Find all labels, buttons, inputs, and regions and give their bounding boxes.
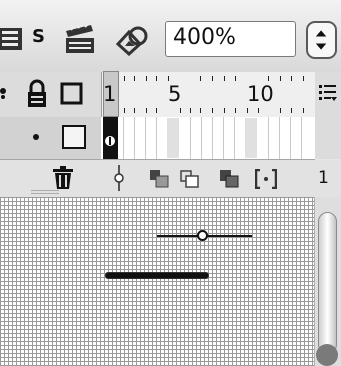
stage[interactable]	[0, 197, 314, 366]
layer-row[interactable]	[0, 117, 101, 160]
scene-label[interactable]: S	[32, 26, 45, 47]
trash-icon[interactable]	[52, 165, 74, 191]
onion-skin-icon[interactable]	[150, 170, 170, 188]
visibility-dot[interactable]	[33, 134, 39, 140]
layer-outline-toggle[interactable]	[62, 125, 86, 149]
zoom-icon[interactable]	[115, 24, 151, 56]
scroll-down-button[interactable]	[316, 344, 338, 366]
edit-scene-icon[interactable]	[0, 22, 26, 56]
timeline-menu[interactable]	[315, 72, 341, 117]
edit-bar: S 400%	[0, 0, 341, 73]
layer-frames[interactable]	[101, 117, 315, 160]
edit-multiple-frames-icon[interactable]	[220, 170, 240, 188]
edit-symbol-icon[interactable]	[63, 22, 97, 56]
ruler-mark-1: 1	[103, 82, 117, 106]
frame-ruler[interactable]: 5 10	[101, 72, 316, 117]
scroll-thumb[interactable]	[318, 212, 337, 354]
current-frame[interactable]	[103, 117, 118, 159]
menu-icon[interactable]	[319, 83, 339, 103]
onion-skin-outline-icon[interactable]	[180, 170, 200, 188]
zoom-stepper[interactable]	[306, 21, 337, 59]
current-frame-number: 1	[318, 168, 329, 188]
registration-point[interactable]	[197, 230, 208, 241]
playhead[interactable]: 1	[103, 71, 119, 117]
show-hide-all-icon[interactable]	[0, 82, 10, 106]
lock-icon[interactable]	[25, 79, 49, 109]
outline-icon[interactable]	[60, 82, 84, 106]
ruler-mark-10: 10	[247, 82, 274, 106]
ruler-mark-5: 5	[168, 82, 182, 106]
center-frame-icon[interactable]	[113, 165, 125, 191]
modify-markers-icon[interactable]	[255, 169, 277, 189]
zoom-input[interactable]: 400%	[165, 21, 296, 57]
panel-splitter[interactable]	[31, 190, 59, 196]
shape-bar[interactable]	[105, 272, 209, 279]
